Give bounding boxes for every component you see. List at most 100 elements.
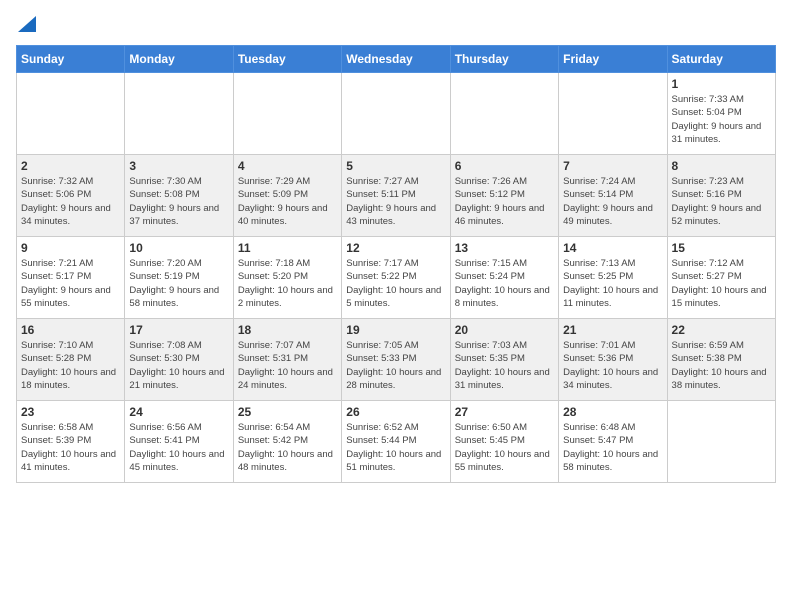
- day-number: 26: [346, 405, 445, 419]
- calendar-week-1: 1 Sunrise: 7:33 AM Sunset: 5:04 PM Daylig…: [17, 73, 776, 155]
- day-info: Sunrise: 7:21 AM Sunset: 5:17 PM Dayligh…: [21, 257, 120, 310]
- calendar-cell: 15 Sunrise: 7:12 AM Sunset: 5:27 PM Dayli…: [667, 237, 775, 319]
- calendar-cell: [125, 73, 233, 155]
- day-header-sunday: Sunday: [17, 46, 125, 73]
- calendar-cell: 20 Sunrise: 7:03 AM Sunset: 5:35 PM Dayli…: [450, 319, 558, 401]
- day-header-friday: Friday: [559, 46, 667, 73]
- calendar-cell: 28 Sunrise: 6:48 AM Sunset: 5:47 PM Dayli…: [559, 401, 667, 483]
- calendar-cell: 9 Sunrise: 7:21 AM Sunset: 5:17 PM Daylig…: [17, 237, 125, 319]
- calendar-cell: 27 Sunrise: 6:50 AM Sunset: 5:45 PM Dayli…: [450, 401, 558, 483]
- calendar-cell: 14 Sunrise: 7:13 AM Sunset: 5:25 PM Dayli…: [559, 237, 667, 319]
- day-number: 22: [672, 323, 771, 337]
- calendar-cell: 5Sunrise: 7:27 AM Sunset: 5:11 PM Daylig…: [342, 155, 450, 237]
- day-number: 1: [672, 77, 771, 91]
- day-number: 15: [672, 241, 771, 255]
- day-number: 4: [238, 159, 337, 173]
- calendar-week-3: 9 Sunrise: 7:21 AM Sunset: 5:17 PM Daylig…: [17, 237, 776, 319]
- day-number: 10: [129, 241, 228, 255]
- calendar-cell: [559, 73, 667, 155]
- calendar-cell: 18 Sunrise: 7:07 AM Sunset: 5:31 PM Dayli…: [233, 319, 341, 401]
- day-number: 3: [129, 159, 228, 173]
- day-info: Sunrise: 7:05 AM Sunset: 5:33 PM Dayligh…: [346, 339, 445, 392]
- day-info: Sunrise: 7:07 AM Sunset: 5:31 PM Dayligh…: [238, 339, 337, 392]
- day-info: Sunrise: 7:23 AM Sunset: 5:16 PM Dayligh…: [672, 175, 771, 228]
- calendar-cell: 17 Sunrise: 7:08 AM Sunset: 5:30 PM Dayli…: [125, 319, 233, 401]
- day-number: 13: [455, 241, 554, 255]
- logo: [16, 16, 36, 37]
- day-number: 21: [563, 323, 662, 337]
- calendar-cell: 24Sunrise: 6:56 AM Sunset: 5:41 PM Dayli…: [125, 401, 233, 483]
- logo-icon: [18, 16, 36, 32]
- day-info: Sunrise: 7:24 AM Sunset: 5:14 PM Dayligh…: [563, 175, 662, 228]
- day-number: 28: [563, 405, 662, 419]
- calendar-cell: 19 Sunrise: 7:05 AM Sunset: 5:33 PM Dayli…: [342, 319, 450, 401]
- calendar-cell: 22 Sunrise: 6:59 AM Sunset: 5:38 PM Dayli…: [667, 319, 775, 401]
- day-info: Sunrise: 7:18 AM Sunset: 5:20 PM Dayligh…: [238, 257, 337, 310]
- day-number: 25: [238, 405, 337, 419]
- calendar-cell: [342, 73, 450, 155]
- day-header-thursday: Thursday: [450, 46, 558, 73]
- calendar-cell: 12 Sunrise: 7:17 AM Sunset: 5:22 PM Dayli…: [342, 237, 450, 319]
- calendar-cell: 11Sunrise: 7:18 AM Sunset: 5:20 PM Dayli…: [233, 237, 341, 319]
- calendar-cell: 4 Sunrise: 7:29 AM Sunset: 5:09 PM Daylig…: [233, 155, 341, 237]
- day-info: Sunrise: 7:01 AM Sunset: 5:36 PM Dayligh…: [563, 339, 662, 392]
- calendar-week-2: 2 Sunrise: 7:32 AM Sunset: 5:06 PM Daylig…: [17, 155, 776, 237]
- day-number: 19: [346, 323, 445, 337]
- day-number: 7: [563, 159, 662, 173]
- day-info: Sunrise: 7:12 AM Sunset: 5:27 PM Dayligh…: [672, 257, 771, 310]
- calendar-cell: [17, 73, 125, 155]
- day-info: Sunrise: 7:08 AM Sunset: 5:30 PM Dayligh…: [129, 339, 228, 392]
- day-info: Sunrise: 7:03 AM Sunset: 5:35 PM Dayligh…: [455, 339, 554, 392]
- day-info: Sunrise: 7:20 AM Sunset: 5:19 PM Dayligh…: [129, 257, 228, 310]
- day-info: Sunrise: 6:59 AM Sunset: 5:38 PM Dayligh…: [672, 339, 771, 392]
- day-info: Sunrise: 7:27 AM Sunset: 5:11 PM Dayligh…: [346, 175, 445, 228]
- day-info: Sunrise: 6:48 AM Sunset: 5:47 PM Dayligh…: [563, 421, 662, 474]
- calendar-cell: [233, 73, 341, 155]
- calendar-cell: 23 Sunrise: 6:58 AM Sunset: 5:39 PM Dayli…: [17, 401, 125, 483]
- day-info: Sunrise: 7:13 AM Sunset: 5:25 PM Dayligh…: [563, 257, 662, 310]
- day-number: 9: [21, 241, 120, 255]
- calendar-cell: 3 Sunrise: 7:30 AM Sunset: 5:08 PM Daylig…: [125, 155, 233, 237]
- day-info: Sunrise: 7:26 AM Sunset: 5:12 PM Dayligh…: [455, 175, 554, 228]
- day-header-saturday: Saturday: [667, 46, 775, 73]
- calendar-cell: [450, 73, 558, 155]
- page-header: [16, 16, 776, 37]
- calendar-week-4: 16 Sunrise: 7:10 AM Sunset: 5:28 PM Dayli…: [17, 319, 776, 401]
- calendar-cell: 1 Sunrise: 7:33 AM Sunset: 5:04 PM Daylig…: [667, 73, 775, 155]
- day-number: 14: [563, 241, 662, 255]
- day-info: Sunrise: 7:15 AM Sunset: 5:24 PM Dayligh…: [455, 257, 554, 310]
- calendar-week-5: 23 Sunrise: 6:58 AM Sunset: 5:39 PM Dayli…: [17, 401, 776, 483]
- day-info: Sunrise: 7:10 AM Sunset: 5:28 PM Dayligh…: [21, 339, 120, 392]
- calendar-cell: [667, 401, 775, 483]
- calendar-cell: 25 Sunrise: 6:54 AM Sunset: 5:42 PM Dayli…: [233, 401, 341, 483]
- day-number: 8: [672, 159, 771, 173]
- calendar-cell: 6 Sunrise: 7:26 AM Sunset: 5:12 PM Daylig…: [450, 155, 558, 237]
- calendar-cell: 2 Sunrise: 7:32 AM Sunset: 5:06 PM Daylig…: [17, 155, 125, 237]
- day-info: Sunrise: 6:52 AM Sunset: 5:44 PM Dayligh…: [346, 421, 445, 474]
- day-number: 16: [21, 323, 120, 337]
- day-info: Sunrise: 7:33 AM Sunset: 5:04 PM Dayligh…: [672, 93, 771, 146]
- calendar-cell: 7 Sunrise: 7:24 AM Sunset: 5:14 PM Daylig…: [559, 155, 667, 237]
- day-info: Sunrise: 6:58 AM Sunset: 5:39 PM Dayligh…: [21, 421, 120, 474]
- day-number: 20: [455, 323, 554, 337]
- day-header-monday: Monday: [125, 46, 233, 73]
- day-number: 17: [129, 323, 228, 337]
- day-number: 12: [346, 241, 445, 255]
- day-number: 27: [455, 405, 554, 419]
- day-header-tuesday: Tuesday: [233, 46, 341, 73]
- day-info: Sunrise: 7:17 AM Sunset: 5:22 PM Dayligh…: [346, 257, 445, 310]
- day-info: Sunrise: 6:50 AM Sunset: 5:45 PM Dayligh…: [455, 421, 554, 474]
- day-number: 6: [455, 159, 554, 173]
- day-info: Sunrise: 7:32 AM Sunset: 5:06 PM Dayligh…: [21, 175, 120, 228]
- day-number: 2: [21, 159, 120, 173]
- day-info: Sunrise: 7:30 AM Sunset: 5:08 PM Dayligh…: [129, 175, 228, 228]
- day-info: Sunrise: 7:29 AM Sunset: 5:09 PM Dayligh…: [238, 175, 337, 228]
- day-info: Sunrise: 6:54 AM Sunset: 5:42 PM Dayligh…: [238, 421, 337, 474]
- calendar-cell: 21 Sunrise: 7:01 AM Sunset: 5:36 PM Dayli…: [559, 319, 667, 401]
- calendar-table: SundayMondayTuesdayWednesdayThursdayFrid…: [16, 45, 776, 483]
- calendar-cell: 13 Sunrise: 7:15 AM Sunset: 5:24 PM Dayli…: [450, 237, 558, 319]
- calendar-cell: 16 Sunrise: 7:10 AM Sunset: 5:28 PM Dayli…: [17, 319, 125, 401]
- calendar-header-row: SundayMondayTuesdayWednesdayThursdayFrid…: [17, 46, 776, 73]
- day-number: 18: [238, 323, 337, 337]
- day-number: 23: [21, 405, 120, 419]
